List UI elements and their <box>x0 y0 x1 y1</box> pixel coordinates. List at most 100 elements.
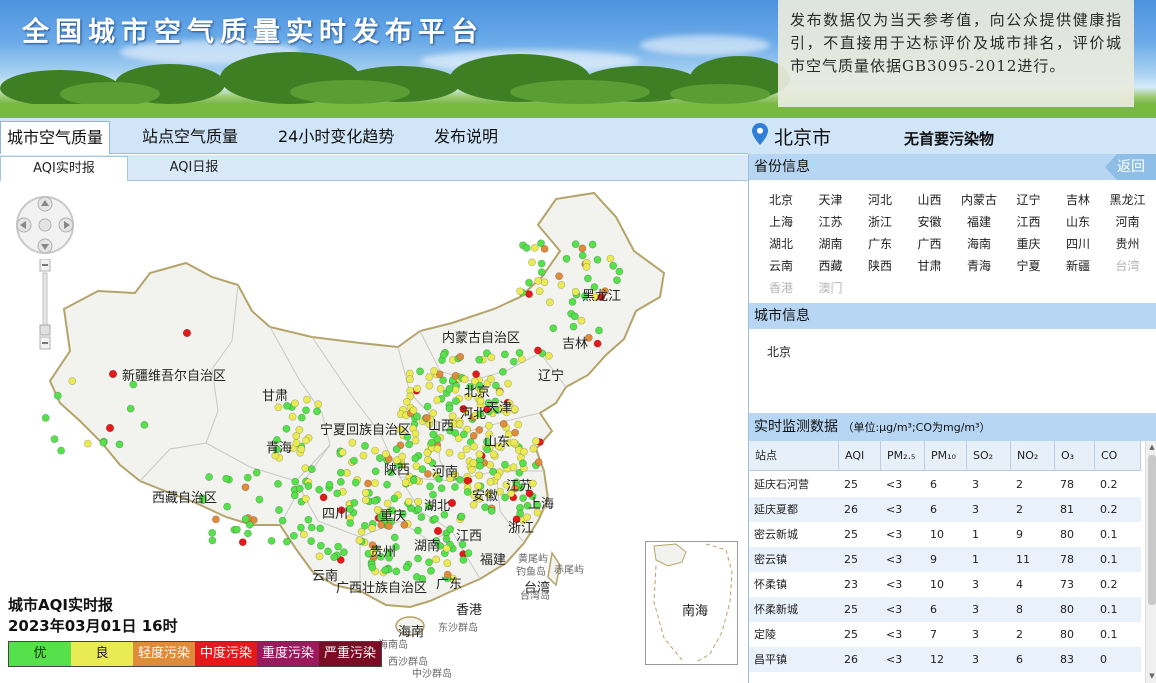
province-item[interactable]: 江西 <box>1005 213 1053 230</box>
table-cell: 2 <box>1016 503 1023 516</box>
china-aqi-map[interactable]: 黑龙江 内蒙古自治区 吉林 新疆维吾尔自治区 辽宁 甘肃 北京 天津 河北 宁夏回族自治区 山西 青海… <box>0 181 748 683</box>
tab-release-notes[interactable]: 发布说明 <box>428 121 504 154</box>
province-item[interactable]: 广西 <box>906 235 954 252</box>
aqi-station-dot <box>593 255 602 264</box>
table-row[interactable]: 定陵 25 <3 7 3 2 80 0.1 <box>749 622 1141 647</box>
province-item: 澳门 <box>818 281 843 295</box>
aqi-station-dot <box>405 375 414 384</box>
aqi-station-dot <box>606 254 615 263</box>
tab-aqi-realtime[interactable]: AQI实时报 <box>0 156 128 181</box>
table-row[interactable]: 密云镇 25 <3 9 1 11 78 0.1 <box>749 547 1141 572</box>
aqi-station-dot <box>498 367 507 376</box>
map-zoom-slider[interactable] <box>39 259 51 351</box>
province-item[interactable]: 云南 <box>757 257 805 274</box>
province-item[interactable]: 上海 <box>757 213 805 230</box>
tab-city-air-quality[interactable]: 城市空气质量 <box>0 121 111 154</box>
aqi-station-dot <box>511 428 519 437</box>
tab-aqi-daily[interactable]: AQI日报 <box>130 156 258 181</box>
province-item[interactable]: 新疆 <box>1054 257 1102 274</box>
region-label: 广东 <box>436 577 463 592</box>
aqi-station-dot <box>390 494 399 503</box>
aqi-station-dot <box>532 437 540 445</box>
aqi-station-dot <box>350 498 359 507</box>
province-item[interactable]: 吉林 <box>1054 191 1102 208</box>
aqi-station-dot <box>348 438 357 447</box>
province-item[interactable]: 重庆 <box>1005 235 1053 252</box>
region-label: 陕西 <box>384 463 411 478</box>
tab-station-air-quality[interactable]: 站点空气质量 <box>136 121 244 154</box>
province-item[interactable]: 贵州 <box>1104 235 1152 252</box>
table-scrollbar[interactable]: ▲ ▼ <box>1145 441 1156 683</box>
table-row[interactable]: 昌平镇 26 <3 12 3 6 83 0 <box>749 647 1141 672</box>
province-item[interactable]: 福建 <box>955 213 1003 230</box>
table-row[interactable]: 怀柔新城 25 <3 6 3 8 80 0.1 <box>749 597 1141 622</box>
aqi-station-dot <box>568 298 577 306</box>
scroll-thumb[interactable] <box>1148 455 1156 605</box>
province-item[interactable]: 四川 <box>1054 235 1102 252</box>
map-pan-control[interactable] <box>14 194 76 256</box>
aqi-station-dot <box>405 440 413 449</box>
province-item[interactable]: 山东 <box>1054 213 1102 230</box>
table-cell: 6 <box>930 503 937 516</box>
province-item[interactable]: 河南 <box>1104 213 1152 230</box>
aqi-station-dot <box>571 287 580 296</box>
table-cell: <3 <box>886 628 903 641</box>
province-item[interactable]: 西藏 <box>807 257 855 274</box>
city-list-item[interactable]: 北京 <box>767 343 791 360</box>
aqi-station-dot <box>491 381 500 390</box>
tab-24h-trend[interactable]: 24小时变化趋势 <box>272 121 400 154</box>
province-item[interactable]: 北京 <box>757 191 805 208</box>
aqi-station-dot <box>350 456 358 465</box>
aqi-station-dot <box>238 538 247 547</box>
aqi-station-dot <box>519 459 527 468</box>
sea-label: 钓鱼岛 <box>516 567 546 578</box>
table-row[interactable]: 延庆夏都 26 <3 6 3 2 81 0.2 <box>749 497 1141 522</box>
province-item[interactable]: 宁夏 <box>1005 257 1053 274</box>
region-label: 宁夏回族自治区 <box>320 423 412 438</box>
province-item[interactable]: 内蒙古 <box>955 191 1003 208</box>
table-cell: 3 <box>972 578 979 591</box>
province-item[interactable]: 湖北 <box>757 235 805 252</box>
province-item[interactable]: 湖南 <box>807 235 855 252</box>
province-item[interactable]: 浙江 <box>856 213 904 230</box>
aqi-station-dot <box>282 537 291 546</box>
table-cell: 延庆石河营 <box>754 478 809 491</box>
table-cell: 7 <box>930 628 937 641</box>
aqi-station-dot <box>578 251 587 260</box>
province-item[interactable]: 辽宁 <box>1005 191 1053 208</box>
table-row[interactable]: 怀柔镇 23 <3 10 3 4 73 0.2 <box>749 572 1141 597</box>
table-row[interactable]: 延庆石河营 25 <3 6 3 2 78 0.2 <box>749 472 1141 497</box>
province-item[interactable]: 广东 <box>856 235 904 252</box>
scroll-up-icon[interactable]: ▲ <box>1148 443 1156 451</box>
aqi-station-dot <box>485 421 493 430</box>
app-root: 全国城市空气质量实时发布平台 发布数据仅为当天参考值，向公众提供健康指引，不直接… <box>0 0 1156 683</box>
table-cell: 延庆夏都 <box>754 503 798 516</box>
province-item[interactable]: 天津 <box>807 191 855 208</box>
aqi-station-dot <box>537 259 546 268</box>
aqi-station-dot <box>588 240 597 249</box>
table-cell: 10 <box>930 578 944 591</box>
aqi-station-dot <box>334 542 343 551</box>
sea-label: 赤尾屿 <box>554 565 584 576</box>
aqi-station-dot <box>451 483 459 491</box>
table-row[interactable]: 密云新城 25 <3 10 1 9 80 0.1 <box>749 522 1141 547</box>
province-item[interactable]: 江苏 <box>807 213 855 230</box>
aqi-station-dot <box>475 471 484 480</box>
province-item[interactable]: 河北 <box>856 191 904 208</box>
province-item[interactable]: 青海 <box>955 257 1003 274</box>
province-item[interactable]: 海南 <box>955 235 1003 252</box>
aqi-station-dot <box>53 391 62 400</box>
province-item[interactable]: 甘肃 <box>906 257 954 274</box>
province-item[interactable]: 山西 <box>906 191 954 208</box>
table-cell: <3 <box>886 528 903 541</box>
legend-heavy-pollution: 重度污染 <box>257 642 319 666</box>
province-item[interactable]: 黑龙江 <box>1104 191 1152 208</box>
back-button[interactable]: 返回 <box>1105 154 1156 180</box>
province-item[interactable]: 陕西 <box>856 257 904 274</box>
aqi-station-dot <box>241 483 250 492</box>
aqi-station-dot <box>105 423 115 433</box>
region-label: 河南 <box>432 465 459 480</box>
province-item[interactable]: 安徽 <box>906 213 954 230</box>
aqi-station-dot <box>296 523 305 532</box>
scroll-down-icon[interactable]: ▼ <box>1148 672 1156 680</box>
